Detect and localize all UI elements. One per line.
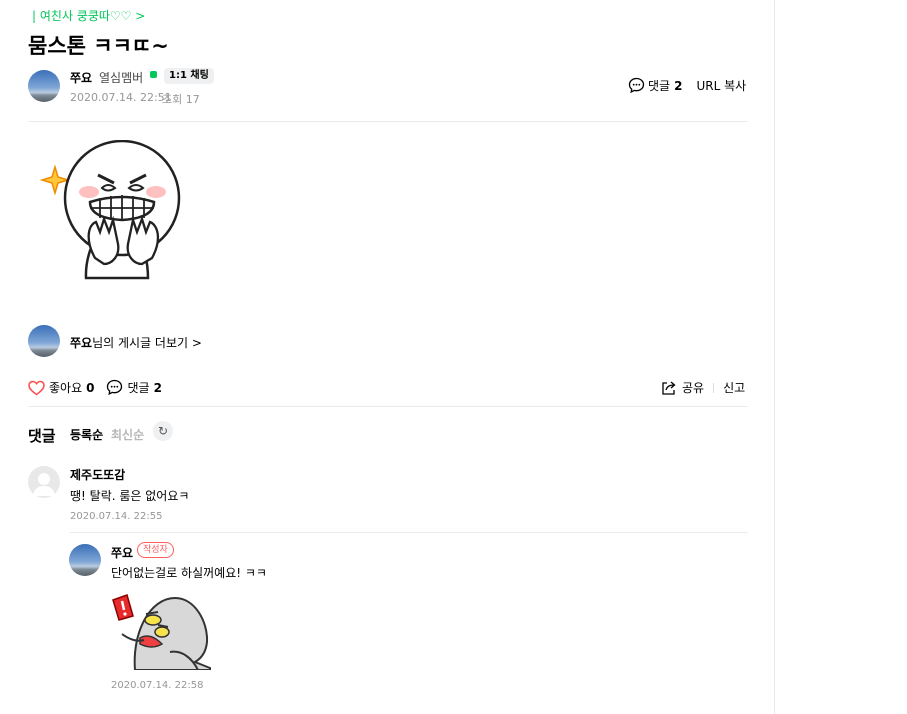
bar-separator — [713, 382, 715, 393]
post-date: 2020.07.14. 22:51 — [70, 91, 172, 104]
board-link[interactable]: | 여친사 쿵쿵따♡♡ > — [32, 7, 145, 24]
commenter-avatar[interactable] — [28, 466, 60, 498]
comment-divider — [70, 532, 748, 533]
more-posts-author[interactable]: 쭈요 — [70, 336, 92, 350]
author-avatar[interactable] — [28, 70, 60, 102]
comment-text: 땡! 탈락. 룸은 없어요ㅋ — [70, 489, 190, 503]
refresh-icon[interactable]: ↻ — [153, 421, 173, 441]
comment-label[interactable]: 댓글 — [127, 379, 149, 396]
header-divider — [28, 121, 748, 122]
view-count: 조회 17 — [162, 93, 200, 106]
share-button[interactable]: 공유 — [682, 379, 704, 396]
speech-bubble-icon[interactable] — [106, 379, 123, 396]
share-arrow-icon[interactable] — [661, 380, 677, 396]
writer-badge: 작성자 — [137, 542, 174, 558]
article-panel: | 여친사 쿵쿵따♡♡ > 뭄스톤 ㅋㅋㄸ~ 쭈요 열심멤버 1:1 채팅 20… — [0, 0, 775, 714]
comment-count[interactable]: 2 — [154, 381, 162, 395]
post-title: 뭄스톤 ㅋㅋㄸ~ — [28, 34, 169, 58]
member-grade: 열심멤버 — [99, 71, 144, 85]
more-posts-avatar[interactable] — [28, 325, 60, 357]
more-posts-link[interactable]: 쭈요님의 게시글 더보기 > — [70, 334, 202, 351]
share-report-bar: 공유 신고 — [661, 379, 745, 396]
comments-heading: 댓글 — [28, 427, 56, 445]
reply-sticker-image — [110, 592, 215, 670]
reaction-bar: 좋아요 0 댓글 2 — [28, 379, 162, 396]
author-nickname[interactable]: 쭈요 — [70, 69, 92, 86]
reply-text: 단어없는걸로 하실꺼예요! ㅋㅋ — [111, 566, 267, 580]
comment-link-count[interactable]: 2 — [674, 79, 682, 93]
comment-link-label[interactable]: 댓글 — [648, 77, 670, 94]
more-posts-suffix[interactable]: 님의 게시글 더보기 > — [92, 336, 202, 350]
reaction-divider — [28, 406, 748, 407]
like-count[interactable]: 0 — [86, 381, 94, 395]
top-actions: 댓글 2 URL 복사 — [628, 77, 746, 94]
sort-registered-tab[interactable]: 등록순 — [70, 426, 103, 443]
heart-outline-icon[interactable] — [28, 380, 45, 396]
sort-latest-tab[interactable]: 최신순 — [111, 426, 144, 443]
chat-button[interactable]: 1:1 채팅 — [164, 68, 214, 84]
reply-date: 2020.07.14. 22:58 — [111, 680, 204, 691]
moon-sticker-image — [40, 140, 190, 285]
comment-nickname[interactable]: 제주도또감 — [70, 466, 125, 483]
url-copy-button[interactable]: URL 복사 — [696, 77, 746, 94]
reply-avatar[interactable] — [69, 544, 101, 576]
report-button[interactable]: 신고 — [723, 379, 745, 396]
grade-icon — [150, 71, 157, 78]
reply-nickname[interactable]: 쭈요 — [111, 544, 133, 561]
comment-icon — [628, 77, 645, 94]
comment-date: 2020.07.14. 22:55 — [70, 511, 163, 522]
default-profile-icon — [33, 473, 55, 496]
like-label[interactable]: 좋아요 — [49, 379, 82, 396]
